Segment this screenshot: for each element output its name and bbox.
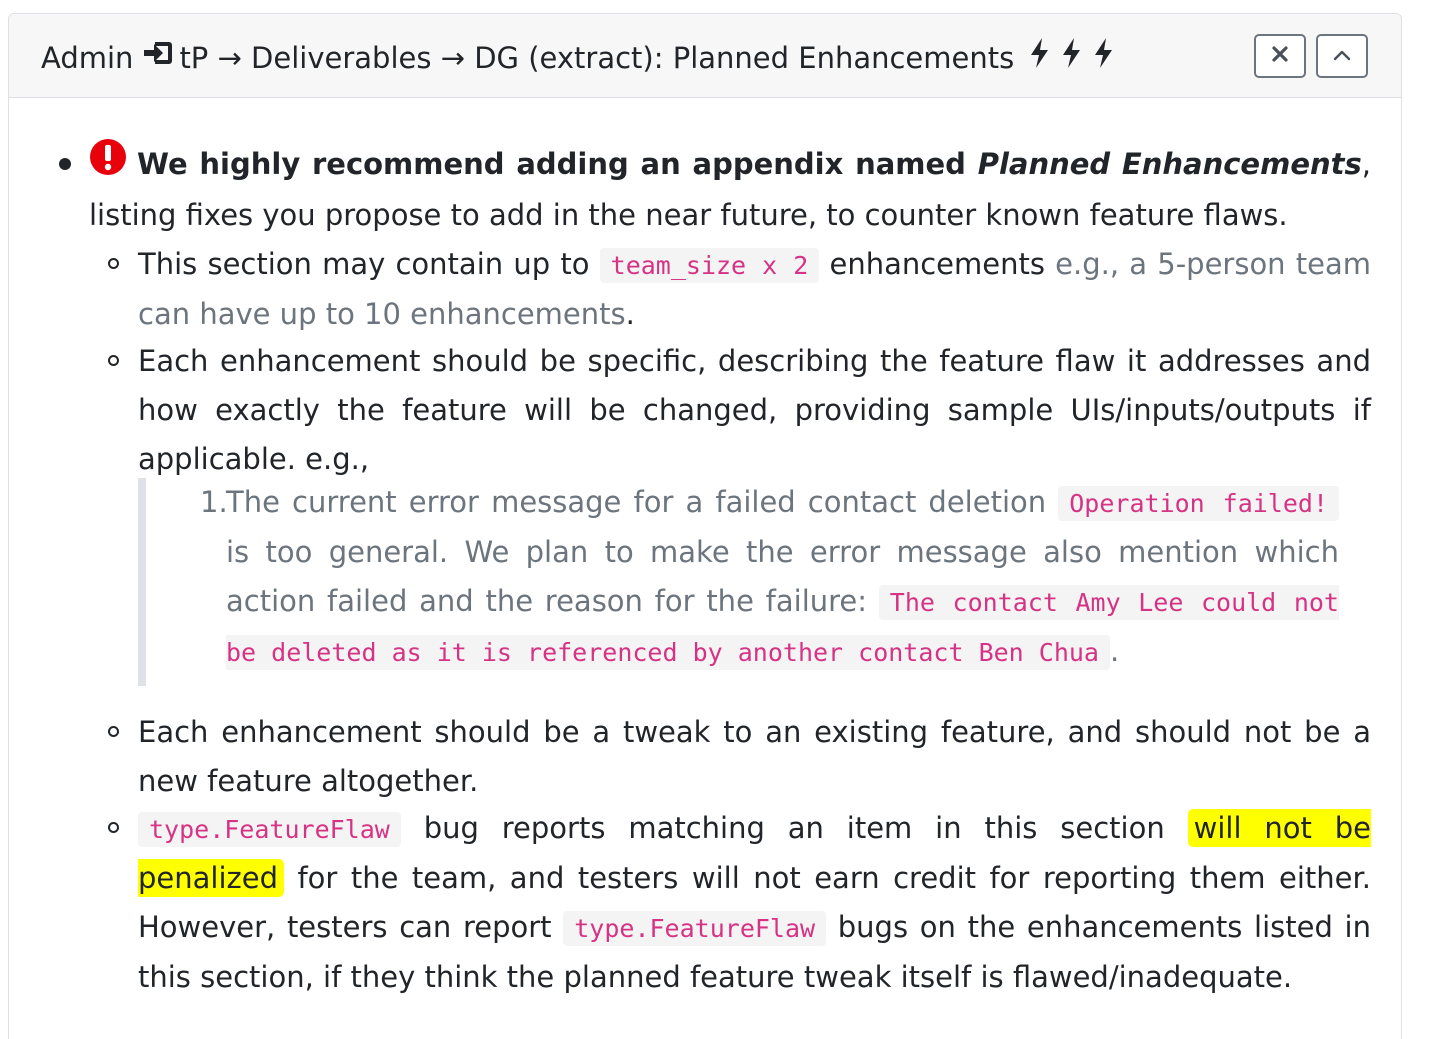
text: enhancements [819, 247, 1056, 281]
breadcrumb-deliverables: Deliverables [251, 41, 432, 75]
content-card: Admin tP → Deliverables → DG (extract): P… [8, 13, 1402, 1039]
text: Each enhancement should be specific, des… [138, 344, 1371, 476]
text: The current error message for a failed c… [226, 485, 1059, 519]
sub-bullet [108, 355, 119, 366]
breadcrumb-separator: → [217, 41, 242, 75]
breadcrumb-separator: → [440, 41, 465, 75]
appendix-name: Planned Enhancements [977, 147, 1362, 181]
list-item: Each enhancement should be specific, des… [138, 337, 1371, 484]
sub-bullet [108, 258, 119, 269]
list-item: Each enhancement should be a tweak to an… [138, 708, 1371, 806]
chevron-up-icon [1332, 47, 1352, 66]
code-snippet: type.FeatureFlaw [563, 911, 827, 946]
list-bullet [59, 158, 71, 170]
list-item: This section may contain up to team_size… [138, 240, 1371, 339]
exclamation-circle-icon [89, 138, 127, 191]
code-snippet: type.FeatureFlaw [138, 812, 401, 847]
text: Each enhancement should be a tweak to an… [138, 715, 1371, 798]
text: This section may contain up to [138, 247, 600, 281]
breadcrumb: Admin tP → Deliverables → DG (extract): P… [41, 36, 1119, 80]
page-title: DG (extract): Planned Enhancements [474, 41, 1015, 75]
list-number: 1. [200, 485, 228, 519]
login-icon [141, 38, 175, 78]
breadcrumb-tp: tP [179, 41, 209, 75]
breadcrumb-admin: Admin [41, 41, 134, 75]
close-button[interactable] [1254, 34, 1306, 78]
lightning-icon [1027, 36, 1119, 80]
close-icon [1271, 45, 1289, 67]
example-blockquote: 1. The current error message for a faile… [138, 478, 1340, 686]
sub-bullet [108, 822, 119, 833]
code-snippet: team_size x 2 [599, 248, 820, 283]
example-text: The current error message for a failed c… [226, 478, 1340, 677]
text: . [1109, 634, 1120, 668]
recommendation-paragraph: We highly recommend adding an appendix n… [89, 138, 1371, 240]
list-item: type.FeatureFlaw bug reports matching an… [138, 804, 1371, 1002]
code-snippet: Operation failed! [1058, 486, 1340, 521]
card-header: Admin tP → Deliverables → DG (extract): P… [9, 14, 1401, 98]
text: bug reports matching an item in this sec… [400, 811, 1188, 845]
text: . [625, 297, 635, 331]
sub-bullet [108, 726, 119, 737]
collapse-button[interactable] [1316, 34, 1368, 78]
recommendation-lead: We highly recommend adding an appendix n… [137, 147, 978, 181]
